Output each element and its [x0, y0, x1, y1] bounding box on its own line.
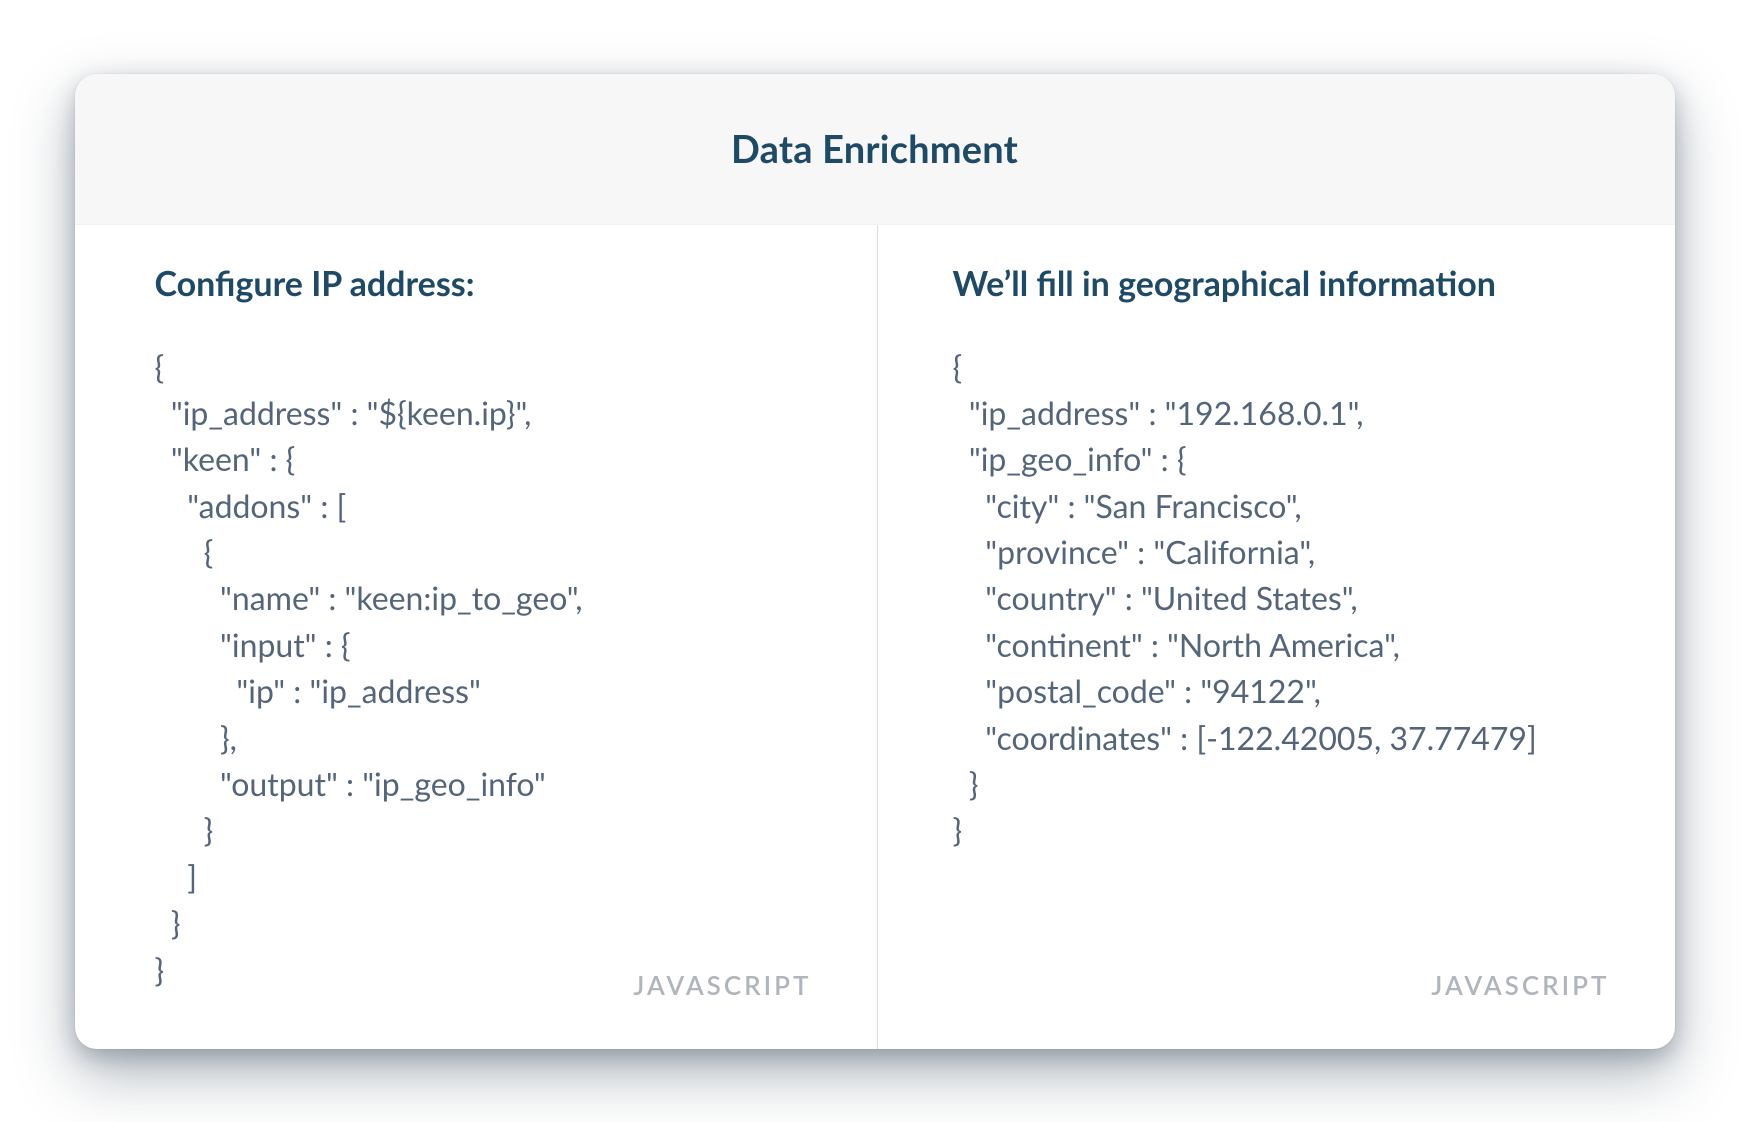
left-code-block: { "ip_address" : "${keen.ip}", "keen" : … [155, 344, 817, 993]
card-body: Configure IP address: { "ip_address" : "… [75, 225, 1675, 1049]
card-title: Data Enrichment [731, 126, 1018, 172]
left-language-badge: JAVASCRIPT [633, 969, 811, 1001]
right-pane-title: We’ll fill in geographical information [953, 263, 1615, 304]
right-code-block: { "ip_address" : "192.168.0.1", "ip_geo_… [953, 344, 1615, 854]
card-header: Data Enrichment [75, 74, 1675, 225]
data-enrichment-card: Data Enrichment Configure IP address: { … [75, 74, 1675, 1049]
left-pane: Configure IP address: { "ip_address" : "… [75, 225, 877, 1049]
right-language-badge: JAVASCRIPT [1431, 969, 1609, 1001]
left-pane-title: Configure IP address: [155, 263, 817, 304]
right-pane: We’ll fill in geographical information {… [877, 225, 1675, 1049]
